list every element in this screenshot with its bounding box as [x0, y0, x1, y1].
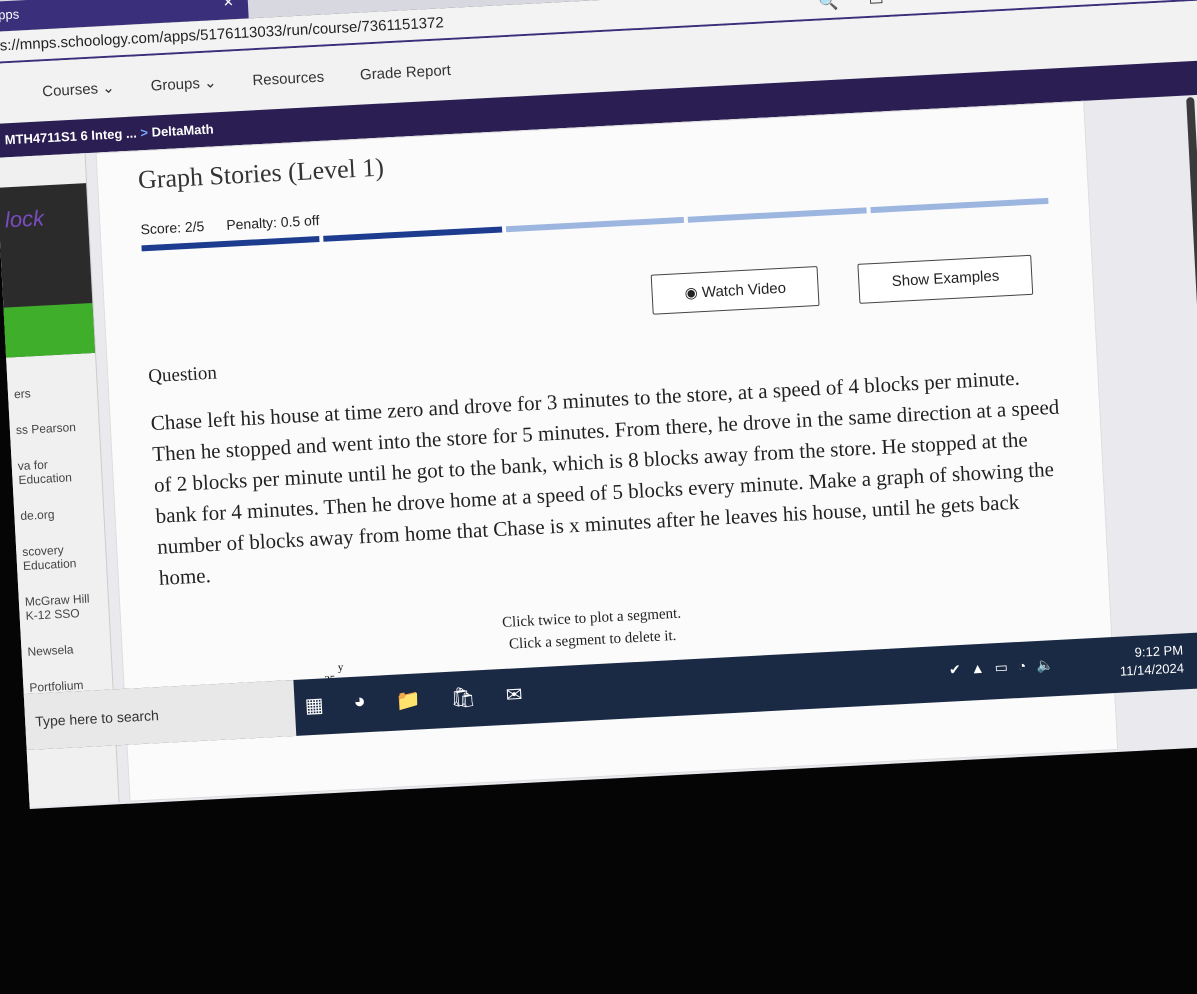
question-text: Chase left his house at time zero and dr…: [150, 365, 1060, 590]
screen: pps ✕ s://mnps.schoology.com/apps/5176113…: [0, 0, 1197, 809]
close-tab-icon[interactable]: ✕: [223, 0, 235, 11]
y-axis-label: y: [337, 661, 344, 674]
graph-hints: Click twice to plot a segment. Click a s…: [441, 599, 743, 659]
progress-segment: [870, 197, 1049, 214]
sidebar-item[interactable]: scovery Education: [15, 531, 106, 586]
tab-label: pps: [0, 6, 20, 23]
play-icon: ◉: [684, 284, 703, 302]
progress-segment: [323, 226, 503, 242]
progress-segment: [687, 207, 867, 223]
watch-video-button[interactable]: ◉ Watch Video: [650, 265, 820, 315]
scrollbar[interactable]: [1186, 97, 1197, 358]
window-icon[interactable]: ▭: [868, 0, 884, 10]
search-icon[interactable]: 🔍: [818, 0, 839, 13]
sidebar-item[interactable]: Newsela: [21, 631, 112, 672]
show-examples-button[interactable]: Show Examples: [857, 254, 1034, 304]
nav-courses[interactable]: Courses ⌄: [42, 79, 115, 101]
score: Score: 2/5: [140, 218, 205, 238]
outlook-icon[interactable]: ✉: [505, 682, 523, 708]
logo-text: lock: [4, 205, 45, 233]
store-icon[interactable]: 🛍: [450, 684, 477, 710]
progress-segment: [141, 236, 320, 252]
system-tray-icons[interactable]: ✔▲▭◔🔈: [949, 656, 1064, 679]
date: 11/14/2024: [1119, 660, 1185, 679]
question-area: Question Chase left his house at time ze…: [148, 319, 1073, 674]
watch-video-label: Watch Video: [701, 279, 787, 302]
task-view-icon[interactable]: ▦: [304, 692, 324, 718]
edge-icon[interactable]: ◕: [353, 690, 366, 716]
breadcrumb-separator: >: [139, 124, 149, 141]
breadcrumb-current: DeltaMath: [151, 121, 215, 140]
sidebar-item[interactable]: McGraw Hill K-12 SSO: [18, 581, 109, 636]
nav-resources[interactable]: Resources: [252, 68, 324, 89]
nav-groups[interactable]: Groups ⌄: [150, 73, 217, 94]
progress-segment: [505, 216, 685, 233]
sidebar-item[interactable]: ers: [7, 373, 98, 414]
app-logo: lock: [0, 183, 95, 358]
file-explorer-icon[interactable]: 📁: [395, 687, 421, 713]
sidebar-item[interactable]: ss Pearson: [9, 409, 100, 450]
clock[interactable]: 9:12 PM 11/14/2024: [1119, 641, 1185, 680]
sidebar-item[interactable]: de.org: [14, 495, 105, 536]
penalty: Penalty: 0.5 off: [225, 212, 320, 233]
nav-grade-report[interactable]: Grade Report: [360, 61, 452, 83]
breadcrumb-course[interactable]: MTH4711S1 6 Integ ...: [4, 125, 137, 147]
sidebar-item[interactable]: va for Education: [11, 445, 102, 500]
